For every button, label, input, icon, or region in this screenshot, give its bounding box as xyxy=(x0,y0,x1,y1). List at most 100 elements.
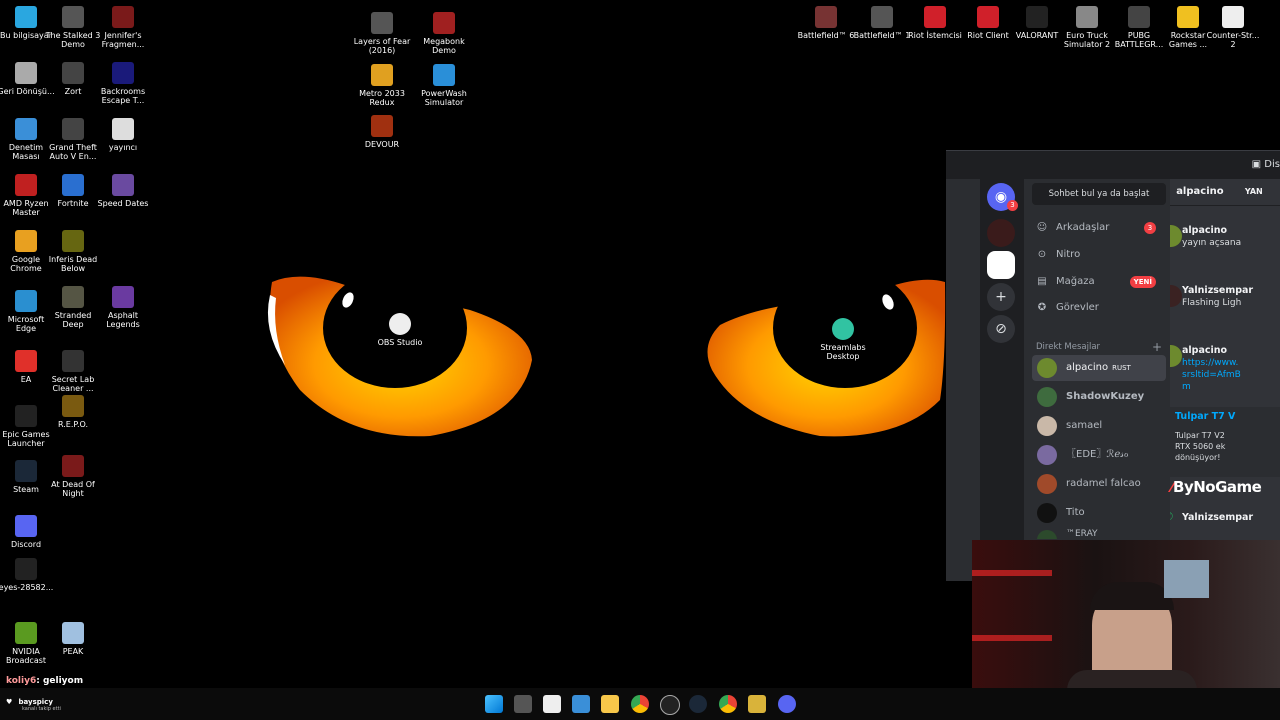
desktop-icon[interactable]: Riot İstemcisi xyxy=(906,6,964,40)
desktop-icon[interactable]: Jennifer's Fragmen... xyxy=(94,6,152,49)
desktop-icon[interactable]: Layers of Fear (2016) xyxy=(353,12,411,55)
avatar xyxy=(1037,530,1057,539)
desktop-icon[interactable]: Megabonk Demo xyxy=(415,12,473,55)
desktop-icon-label: Battlefield™ 6 xyxy=(797,31,855,40)
desktop-icon[interactable]: Counter-Str... 2 xyxy=(1204,6,1262,49)
desktop-icon[interactable]: Secret Lab Cleaner ... xyxy=(44,350,102,393)
game-icon xyxy=(815,6,837,28)
streamer-hair xyxy=(1090,582,1174,610)
phone-icon: ✆ xyxy=(1170,510,1173,523)
game-icon xyxy=(871,6,893,28)
desktop-icon[interactable]: Battlefield™ 1 xyxy=(853,6,911,40)
nav-shop[interactable]: ▤ Mağaza YENİ xyxy=(1032,271,1166,293)
discord-taskbar-icon[interactable] xyxy=(778,695,796,713)
desktop-icon[interactable]: R.E.P.O. xyxy=(44,395,102,429)
desktop-icon[interactable]: Discord xyxy=(0,515,55,549)
dm-item[interactable]: Tito xyxy=(1032,500,1166,526)
desktop-icon[interactable]: eyes-28582... xyxy=(0,558,55,592)
explore-button[interactable]: ⊘ xyxy=(987,315,1015,343)
rockstar-icon xyxy=(1177,6,1199,28)
desktop-icon-label: yayıncı xyxy=(108,143,138,152)
taskbar-photos-icon[interactable] xyxy=(572,695,590,713)
shelf-light xyxy=(972,570,1052,576)
chrome-alt-icon[interactable] xyxy=(719,695,737,713)
desktop-icon[interactable]: Battlefield™ 6 xyxy=(797,6,855,40)
game-icon xyxy=(62,118,84,140)
game-icon xyxy=(62,230,84,252)
discord-icon xyxy=(15,515,37,537)
chat-header: alpacino YAN xyxy=(1170,179,1280,206)
search-input[interactable]: Sohbet bul ya da başlat xyxy=(1032,183,1166,205)
game-icon xyxy=(433,12,455,34)
taskbar-app-icon[interactable] xyxy=(543,695,561,713)
desktop-icon[interactable]: yayıncı xyxy=(94,118,152,152)
desktop-icon[interactable]: PowerWash Simulator xyxy=(415,64,473,107)
notification-badge: 3 xyxy=(1007,200,1018,211)
desktop-icon-label: Inferis Dead Below xyxy=(48,255,98,273)
server-avatar-1[interactable] xyxy=(987,219,1015,247)
desktop-icon-label: Discord xyxy=(10,540,42,549)
nitro-icon: ⊙ xyxy=(1037,249,1047,260)
riot-icon xyxy=(977,6,999,28)
add-server-button[interactable]: + xyxy=(987,283,1015,311)
desktop-icon[interactable]: PEAK xyxy=(44,622,102,656)
new-badge: YENİ xyxy=(1129,276,1156,288)
desktop-icon[interactable]: Metro 2033 Redux xyxy=(353,64,411,107)
desktop-icon[interactable]: Asphalt Legends xyxy=(94,286,152,329)
nav-quests[interactable]: ✪ Görevler xyxy=(1032,297,1166,319)
desktop-icon[interactable]: Backrooms Escape T... xyxy=(94,62,152,105)
friends-icon: ☺ xyxy=(1036,222,1048,233)
avatar xyxy=(1037,387,1057,407)
desktop-icon-label: PEAK xyxy=(62,647,84,656)
link-embed[interactable]: Tulpar T7 V Tulpar T7 V2 RTX 5060 ek dön… xyxy=(1170,407,1280,477)
dm-item[interactable]: samael xyxy=(1032,413,1166,439)
create-dm-plus-icon[interactable]: + xyxy=(1152,340,1162,354)
desktop-icon[interactable]: Speed Dates xyxy=(94,174,152,208)
dm-item[interactable]: radamel falcao xyxy=(1032,471,1166,497)
start-button[interactable] xyxy=(485,695,503,713)
dm-item[interactable]: ™ERAY xyxy=(1032,527,1166,539)
quests-icon: ✪ xyxy=(1037,302,1047,313)
heart-icon: ♥ xyxy=(6,698,13,706)
discord-title: ▣ Dis xyxy=(1251,159,1280,170)
avatar xyxy=(1037,503,1057,523)
avatar xyxy=(1037,445,1057,465)
desktop-icon[interactable]: Inferis Dead Below xyxy=(44,230,102,273)
steam-taskbar-icon[interactable] xyxy=(689,695,707,713)
dm-header: Direkt Mesajlar + xyxy=(1036,340,1162,354)
dm-item[interactable]: 〖EDE〗ℛℯ𝓈ℴ xyxy=(1032,442,1166,468)
desktop-icon[interactable]: At Dead Of Night xyxy=(44,455,102,498)
nav-nitro[interactable]: ⊙ Nitro xyxy=(1032,244,1166,266)
image-file-icon xyxy=(15,558,37,580)
poster xyxy=(1164,560,1209,598)
desktop-icon[interactable]: DEVOUR xyxy=(353,115,411,149)
chrome-icon[interactable] xyxy=(631,695,649,713)
friends-badge: 3 xyxy=(1144,222,1156,234)
nav-friends[interactable]: ☺ Arkadaşlar 3 xyxy=(1032,217,1166,239)
desktop-icon[interactable]: OBS Studio xyxy=(371,313,429,347)
nvidia-icon xyxy=(15,622,37,644)
dm-item[interactable]: ShadowKuzey xyxy=(1032,384,1166,410)
message: alpacino https://www. srsltid=AfmB m xyxy=(1170,345,1280,395)
compass-icon: ⊘ xyxy=(995,321,1007,337)
game-icon xyxy=(62,350,84,372)
epic-icon xyxy=(15,405,37,427)
stream-chat-line: koliy6: geliyom xyxy=(6,676,84,686)
desktop-icon-label: Speed Dates xyxy=(97,199,149,208)
desktop-icon[interactable]: Streamlabs Desktop xyxy=(814,318,872,361)
server-avatar-2[interactable] xyxy=(987,251,1015,279)
desktop-icon-label: Metro 2033 Redux xyxy=(359,89,405,107)
message-link[interactable]: https://www. xyxy=(1182,358,1238,368)
chat-panel: alpacino YAN alpacino yayın açsana Yalni… xyxy=(1170,179,1280,581)
file-explorer-icon[interactable] xyxy=(601,695,619,713)
game-icon xyxy=(112,62,134,84)
obs-taskbar-icon[interactable] xyxy=(660,695,680,715)
control-panel-icon xyxy=(15,118,37,140)
taskbar-app-icon[interactable] xyxy=(748,695,766,713)
task-view-button[interactable] xyxy=(514,695,532,713)
dm-item[interactable]: alpacino RUST xyxy=(1032,355,1166,381)
game-icon xyxy=(62,286,84,308)
chrome-icon xyxy=(15,230,37,252)
desktop-icon[interactable]: Euro Truck Simulator 2 xyxy=(1058,6,1116,49)
dm-sidebar: Sohbet bul ya da başlat ☺ Arkadaşlar 3 ⊙ N… xyxy=(1024,179,1170,581)
